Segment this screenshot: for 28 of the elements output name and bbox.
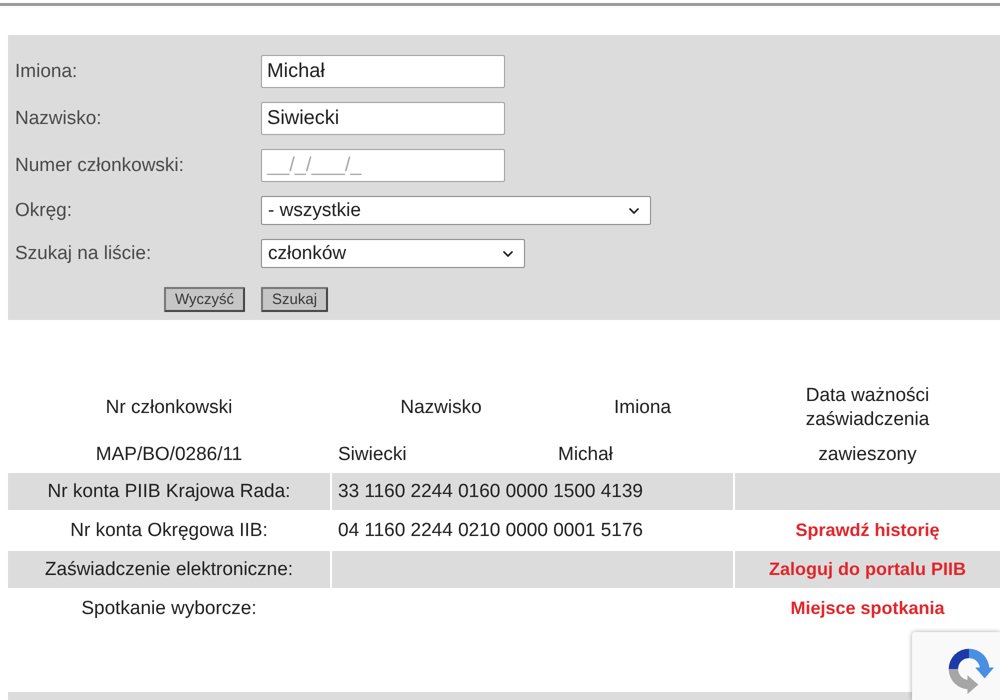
link[interactable]: Sprawdź historię — [795, 520, 940, 540]
table-cell: Nr konta PIIB Krajowa Rada: — [8, 473, 330, 510]
field-label: Szukaj na liście: — [15, 242, 152, 264]
dropdown-select[interactable]: - wszystkie — [261, 196, 651, 225]
link[interactable]: Miejsce spotkania — [790, 598, 945, 618]
column-header: Nazwisko — [400, 396, 482, 420]
column-header: Nr członkowski — [106, 396, 232, 420]
text-field[interactable]: Siwiecki — [261, 102, 505, 135]
column-header: Imiona — [614, 396, 672, 420]
table-cell-text: Michał — [557, 442, 614, 466]
table-cell: Zaświadczenie elektroniczne: — [8, 551, 330, 588]
field-label: Okręg: — [15, 200, 74, 222]
field-label: Nazwisko: — [15, 108, 103, 130]
table-cell-text: Spotkanie wyborcze: — [80, 596, 258, 620]
table-cell-text: zawieszony — [817, 442, 918, 466]
field-label: Imiona: — [15, 60, 78, 82]
table-cell-text: Siwiecki — [337, 442, 408, 466]
form-button[interactable]: Szukaj — [261, 287, 328, 312]
table-cell-text: MAP/BO/0286/11 — [94, 442, 244, 466]
table-cell: 33 1160 2244 0160 0000 1500 4139 — [332, 473, 733, 510]
form-button[interactable]: Wyczyść — [164, 287, 245, 312]
text-field[interactable]: __/_/___/_ — [261, 149, 505, 182]
column-header: Data ważności zaświadczenia — [804, 384, 930, 432]
dropdown-select[interactable]: członków — [261, 239, 525, 268]
table-cell-text: Nr konta Okręgowa IIB: — [69, 518, 269, 542]
table-cell-text: 04 1160 2244 0210 0000 0001 5176 — [337, 518, 644, 542]
text-field[interactable]: Michał — [261, 55, 505, 88]
field-label: Numer członkowski: — [15, 154, 185, 176]
